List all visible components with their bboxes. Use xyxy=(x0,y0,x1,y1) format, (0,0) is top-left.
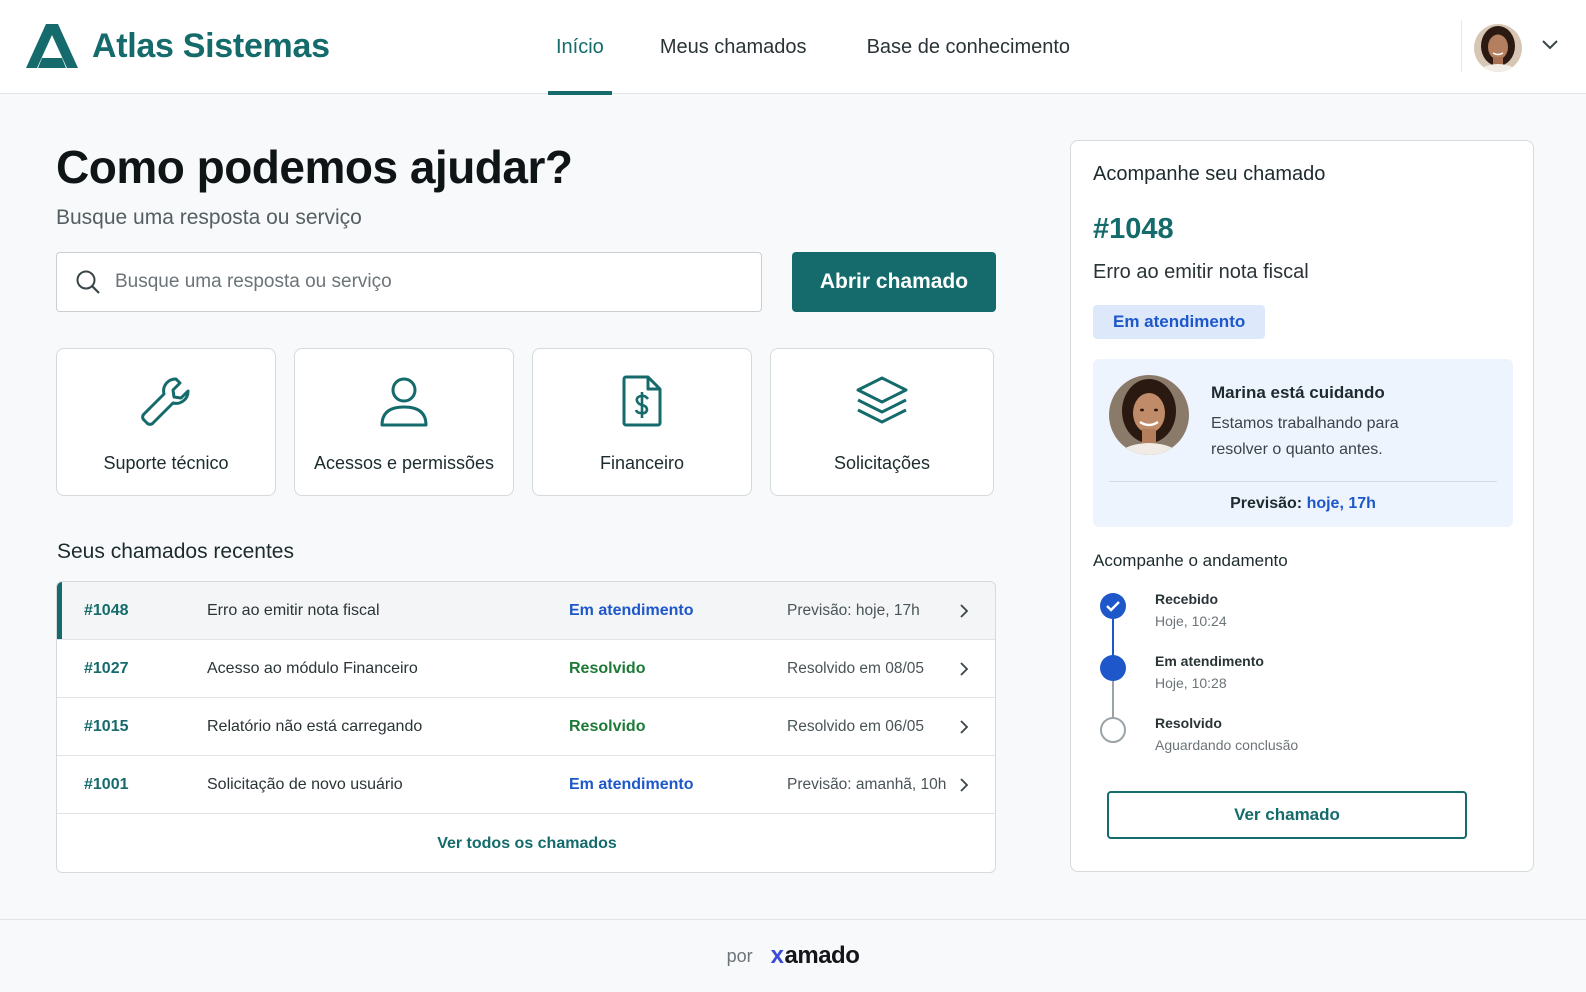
recent-tickets-title: Seus chamados recentes xyxy=(57,540,294,563)
dollar-document-icon xyxy=(614,373,670,429)
ticket-id: #1015 xyxy=(84,718,129,735)
category-card-financeiro[interactable]: Financeiro xyxy=(532,348,752,496)
search-box[interactable] xyxy=(56,252,762,312)
forecast-label: Previsão: xyxy=(1230,495,1303,512)
view-all-tickets-link[interactable]: Ver todos os chamados xyxy=(57,814,995,872)
progress-steps: Recebido Hoje, 10:24 Em atendimento Hoje… xyxy=(1093,591,1493,761)
ticket-forecast: Resolvido em 06/05 xyxy=(787,718,924,735)
ticket-forecast: Previsão: hoje, 17h xyxy=(787,602,920,619)
chevron-right-icon xyxy=(959,640,969,698)
category-label: Financeiro xyxy=(599,453,685,473)
xamado-logo-x: x xyxy=(770,942,784,969)
chevron-right-icon xyxy=(959,756,969,814)
user-avatar[interactable] xyxy=(1474,24,1522,72)
ticket-status: Em atendimento xyxy=(569,776,694,793)
recent-tickets-table: #1048 Erro ao emitir nota fiscal Em aten… xyxy=(56,581,996,873)
forecast-value: hoje, 17h xyxy=(1306,495,1376,512)
pending-step-dot xyxy=(1100,717,1126,743)
progress-step: Em atendimento Hoje, 10:28 xyxy=(1093,653,1493,697)
ticket-id: #1048 xyxy=(84,602,129,619)
step-time: Hoje, 10:24 xyxy=(1155,613,1227,629)
category-label: Solicitações xyxy=(833,453,931,473)
ticket-status: Resolvido xyxy=(569,718,646,735)
ticket-description: Erro ao emitir nota fiscal xyxy=(207,602,380,619)
chevron-right-icon xyxy=(959,582,969,640)
ticket-tracker-panel: Acompanhe seu chamado #1048 Erro ao emit… xyxy=(1070,140,1534,872)
category-card-solicitacoes[interactable]: Solicitações xyxy=(770,348,994,496)
table-row[interactable]: #1027 Acesso ao módulo Financeiro Resolv… xyxy=(57,640,995,698)
top-header: Atlas Sistemas Início Meus chamados Base… xyxy=(0,0,1586,95)
tracker-ticket-description: Erro ao emitir nota fiscal xyxy=(1093,261,1309,283)
chevron-down-icon[interactable] xyxy=(1542,40,1558,50)
open-ticket-button[interactable]: Abrir chamado xyxy=(792,252,996,312)
xamado-logo[interactable]: x amado xyxy=(771,942,860,970)
tracker-title: Acompanhe seu chamado xyxy=(1093,163,1326,185)
step-time: Aguardando conclusão xyxy=(1155,737,1299,753)
footer: por x amado xyxy=(0,936,1586,976)
user-icon xyxy=(376,373,432,429)
category-card-suporte[interactable]: Suporte técnico xyxy=(56,348,276,496)
table-row[interactable]: #1048 Erro ao emitir nota fiscal Em aten… xyxy=(57,582,995,640)
agent-name: Marina está cuidando xyxy=(1211,383,1385,402)
agent-message: Estamos trabalhando para resolver o quan… xyxy=(1211,415,1399,458)
category-label: Acessos e permissões xyxy=(313,453,495,473)
divider xyxy=(1109,481,1497,482)
page-subtitle: Busque uma resposta ou serviço xyxy=(56,206,362,229)
step-name: Resolvido xyxy=(1155,715,1222,731)
atlas-logo-icon xyxy=(26,24,78,68)
table-row[interactable]: #1015 Relatório não está carregando Reso… xyxy=(57,698,995,756)
nav-meus-chamados[interactable]: Meus chamados xyxy=(652,0,815,94)
ticket-status: Resolvido xyxy=(569,660,646,677)
main-nav: Início Meus chamados Base de conheciment… xyxy=(548,0,1078,95)
step-time: Hoje, 10:28 xyxy=(1155,675,1227,691)
category-card-acessos[interactable]: Acessos e permissões xyxy=(294,348,514,496)
ticket-forecast: Previsão: amanhã, 10h xyxy=(787,776,947,793)
ticket-id: #1027 xyxy=(84,660,129,677)
ticket-id: #1001 xyxy=(84,776,129,793)
ticket-description: Solicitação de novo usuário xyxy=(207,776,403,793)
nav-inicio[interactable]: Início xyxy=(548,0,612,95)
view-ticket-button[interactable]: Ver chamado xyxy=(1107,791,1467,839)
agent-avatar xyxy=(1109,375,1189,455)
xamado-logo-text: amado xyxy=(784,942,860,969)
brand-logo[interactable]: Atlas Sistemas xyxy=(24,24,330,68)
page-title: Como podemos ajudar? xyxy=(56,141,573,193)
progress-title: Acompanhe o andamento xyxy=(1093,551,1288,570)
step-name: Em atendimento xyxy=(1155,653,1264,669)
search-icon xyxy=(75,269,101,295)
check-icon xyxy=(1100,593,1126,619)
agent-card: Marina está cuidando Estamos trabalhando… xyxy=(1093,359,1513,527)
progress-step: Recebido Hoje, 10:24 xyxy=(1093,591,1493,635)
search-input[interactable] xyxy=(115,271,735,293)
table-row[interactable]: #1001 Solicitação de novo usuário Em ate… xyxy=(57,756,995,814)
agent-forecast: Previsão: hoje, 17h xyxy=(1093,495,1513,513)
chevron-right-icon xyxy=(959,698,969,756)
footer-por: por xyxy=(726,945,753,966)
header-divider xyxy=(1461,20,1462,72)
ticket-description: Acesso ao módulo Financeiro xyxy=(207,660,418,677)
category-label: Suporte técnico xyxy=(103,453,229,473)
nav-base-conhecimento[interactable]: Base de conhecimento xyxy=(859,0,1078,94)
current-step-dot xyxy=(1100,655,1126,681)
ticket-description: Relatório não está carregando xyxy=(207,718,423,735)
footer-divider xyxy=(0,919,1586,920)
ticket-status: Em atendimento xyxy=(569,602,694,619)
layers-icon xyxy=(854,373,910,429)
ticket-forecast: Resolvido em 08/05 xyxy=(787,660,924,677)
tracker-ticket-id: #1048 xyxy=(1093,213,1174,245)
step-name: Recebido xyxy=(1155,591,1219,607)
progress-step: Resolvido Aguardando conclusão xyxy=(1093,715,1493,759)
wrench-icon xyxy=(138,373,194,429)
brand-name: Atlas Sistemas xyxy=(92,26,330,65)
status-badge: Em atendimento xyxy=(1093,305,1266,339)
